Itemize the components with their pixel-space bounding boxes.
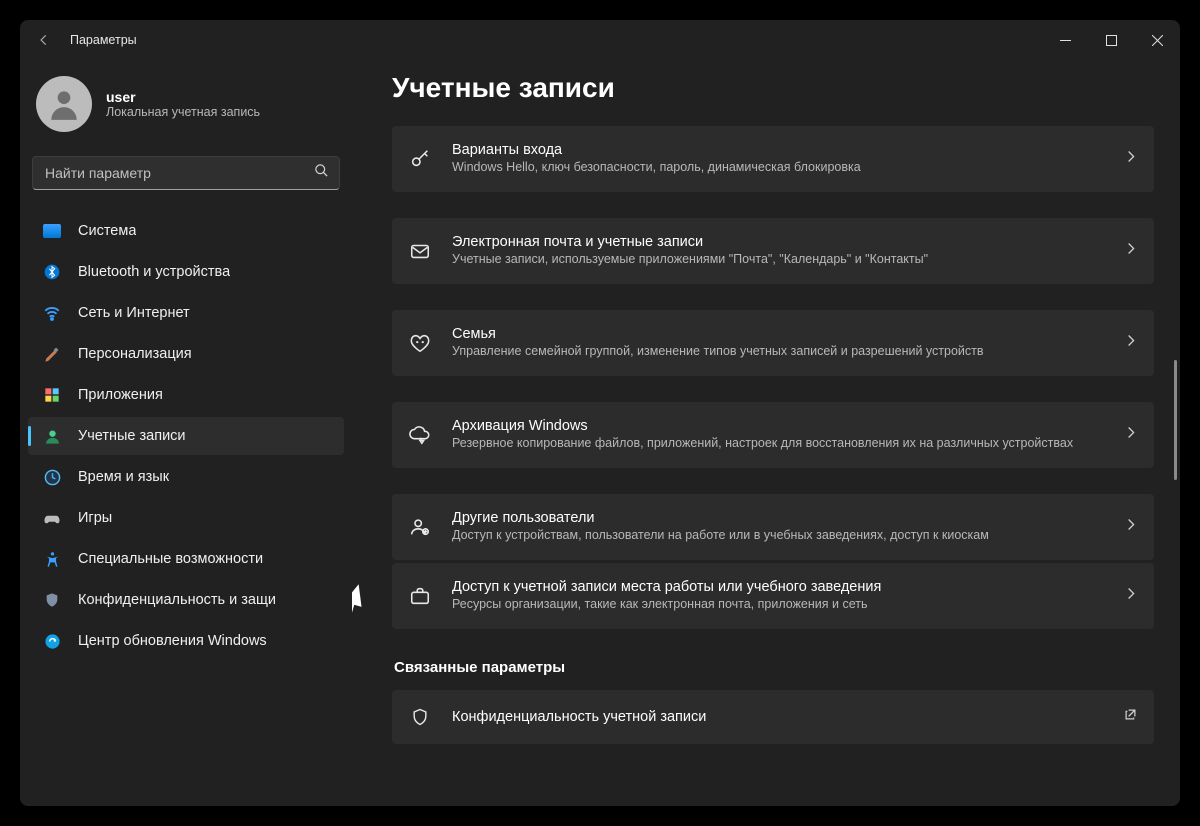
sidebar-item-apps[interactable]: Приложения bbox=[28, 376, 344, 414]
maximize-button[interactable] bbox=[1088, 20, 1134, 60]
sidebar-item-network[interactable]: Сеть и Интернет bbox=[28, 294, 344, 332]
key-icon bbox=[406, 145, 434, 173]
sidebar-item-label: Сеть и Интернет bbox=[78, 305, 190, 321]
scroll-thumb[interactable] bbox=[1174, 360, 1177, 480]
main-content: Учетные записи Варианты входа Windows He… bbox=[352, 60, 1180, 806]
wifi-icon bbox=[42, 303, 62, 323]
window-title: Параметры bbox=[70, 33, 137, 47]
chevron-right-icon bbox=[1123, 241, 1138, 261]
sidebar-item-personalization[interactable]: Персонализация bbox=[28, 335, 344, 373]
work-icon bbox=[406, 582, 434, 610]
scrollbar[interactable] bbox=[1171, 60, 1179, 806]
bluetooth-icon bbox=[42, 262, 62, 282]
privacy-icon bbox=[42, 590, 62, 610]
chevron-right-icon bbox=[1123, 333, 1138, 353]
apps-icon bbox=[42, 385, 62, 405]
card-family[interactable]: Семья Управление семейной группой, измен… bbox=[392, 310, 1154, 376]
time-icon bbox=[42, 467, 62, 487]
sidebar-item-gaming[interactable]: Игры bbox=[28, 499, 344, 537]
search-box[interactable] bbox=[32, 156, 340, 190]
card-title: Архивация Windows bbox=[452, 418, 1105, 434]
page-title: Учетные записи bbox=[392, 72, 1154, 104]
sidebar-item-label: Bluetooth и устройства bbox=[78, 264, 230, 280]
sidebar-item-update[interactable]: Центр обновления Windows bbox=[28, 622, 344, 660]
settings-window: Параметры user Локальная учетная з bbox=[20, 20, 1180, 806]
user-block[interactable]: user Локальная учетная запись bbox=[28, 60, 344, 156]
accounts-icon bbox=[42, 426, 62, 446]
sidebar-item-label: Система bbox=[78, 223, 136, 239]
sidebar-item-time[interactable]: Время и язык bbox=[28, 458, 344, 496]
nav: Система Bluetooth и устройства Сеть и Ин… bbox=[28, 212, 344, 660]
card-subtitle: Учетные записи, используемые приложениям… bbox=[452, 251, 1105, 268]
card-email-accounts[interactable]: Электронная почта и учетные записи Учетн… bbox=[392, 218, 1154, 284]
card-title: Конфиденциальность учетной записи bbox=[452, 709, 1105, 725]
card-other-users[interactable]: Другие пользователи Доступ к устройствам… bbox=[392, 494, 1154, 560]
sidebar-item-label: Время и язык bbox=[78, 469, 169, 485]
sidebar-item-label: Персонализация bbox=[78, 346, 192, 362]
mail-icon bbox=[406, 237, 434, 265]
sidebar-item-label: Игры bbox=[78, 510, 112, 526]
sidebar-item-accounts[interactable]: Учетные записи bbox=[28, 417, 344, 455]
gaming-icon bbox=[42, 508, 62, 528]
sidebar-item-accessibility[interactable]: Специальные возможности bbox=[28, 540, 344, 578]
minimize-button[interactable] bbox=[1042, 20, 1088, 60]
other-users-icon bbox=[406, 513, 434, 541]
chevron-right-icon bbox=[1123, 517, 1138, 537]
card-windows-backup[interactable]: Архивация Windows Резервное копирование … bbox=[392, 402, 1154, 468]
system-icon bbox=[42, 221, 62, 241]
card-subtitle: Доступ к устройствам, пользователи на ра… bbox=[452, 527, 1105, 544]
close-button[interactable] bbox=[1134, 20, 1180, 60]
window-controls bbox=[1042, 20, 1180, 60]
card-title: Доступ к учетной записи места работы или… bbox=[452, 579, 1105, 595]
card-subtitle: Управление семейной группой, изменение т… bbox=[452, 343, 1105, 360]
sidebar-item-system[interactable]: Система bbox=[28, 212, 344, 250]
card-title: Другие пользователи bbox=[452, 510, 1105, 526]
sidebar-item-privacy[interactable]: Конфиденциальность и защи bbox=[28, 581, 344, 619]
sidebar-item-label: Центр обновления Windows bbox=[78, 633, 267, 649]
open-external-icon bbox=[1123, 707, 1138, 727]
chevron-right-icon bbox=[1123, 586, 1138, 606]
avatar bbox=[36, 76, 92, 132]
chevron-right-icon bbox=[1123, 149, 1138, 169]
search-input[interactable] bbox=[43, 164, 314, 182]
back-button[interactable] bbox=[36, 32, 52, 48]
chevron-right-icon bbox=[1123, 425, 1138, 445]
search-icon bbox=[314, 163, 329, 183]
backup-icon bbox=[406, 421, 434, 449]
personalize-icon bbox=[42, 344, 62, 364]
accessibility-icon bbox=[42, 549, 62, 569]
card-title: Варианты входа bbox=[452, 142, 1105, 158]
user-name: user bbox=[106, 89, 260, 105]
card-subtitle: Windows Hello, ключ безопасности, пароль… bbox=[452, 159, 1105, 176]
card-title: Электронная почта и учетные записи bbox=[452, 234, 1105, 250]
sidebar-item-bluetooth[interactable]: Bluetooth и устройства bbox=[28, 253, 344, 291]
sidebar-item-label: Специальные возможности bbox=[78, 551, 263, 567]
titlebar: Параметры bbox=[20, 20, 1180, 60]
card-account-privacy[interactable]: Конфиденциальность учетной записи bbox=[392, 690, 1154, 744]
card-subtitle: Ресурсы организации, такие как электронн… bbox=[452, 596, 1105, 613]
privacy-shield-icon bbox=[406, 703, 434, 731]
sidebar-item-label: Учетные записи bbox=[78, 428, 186, 444]
card-work-school[interactable]: Доступ к учетной записи места работы или… bbox=[392, 563, 1154, 629]
related-heading: Связанные параметры bbox=[394, 659, 1154, 676]
card-sign-in-options[interactable]: Варианты входа Windows Hello, ключ безоп… bbox=[392, 126, 1154, 192]
card-subtitle: Резервное копирование файлов, приложений… bbox=[452, 435, 1105, 452]
family-icon bbox=[406, 329, 434, 357]
card-title: Семья bbox=[452, 326, 1105, 342]
user-type: Локальная учетная запись bbox=[106, 105, 260, 119]
update-icon bbox=[42, 631, 62, 651]
sidebar-item-label: Приложения bbox=[78, 387, 163, 403]
sidebar-item-label: Конфиденциальность и защи bbox=[78, 592, 276, 608]
sidebar: user Локальная учетная запись Система Bl… bbox=[20, 60, 352, 806]
